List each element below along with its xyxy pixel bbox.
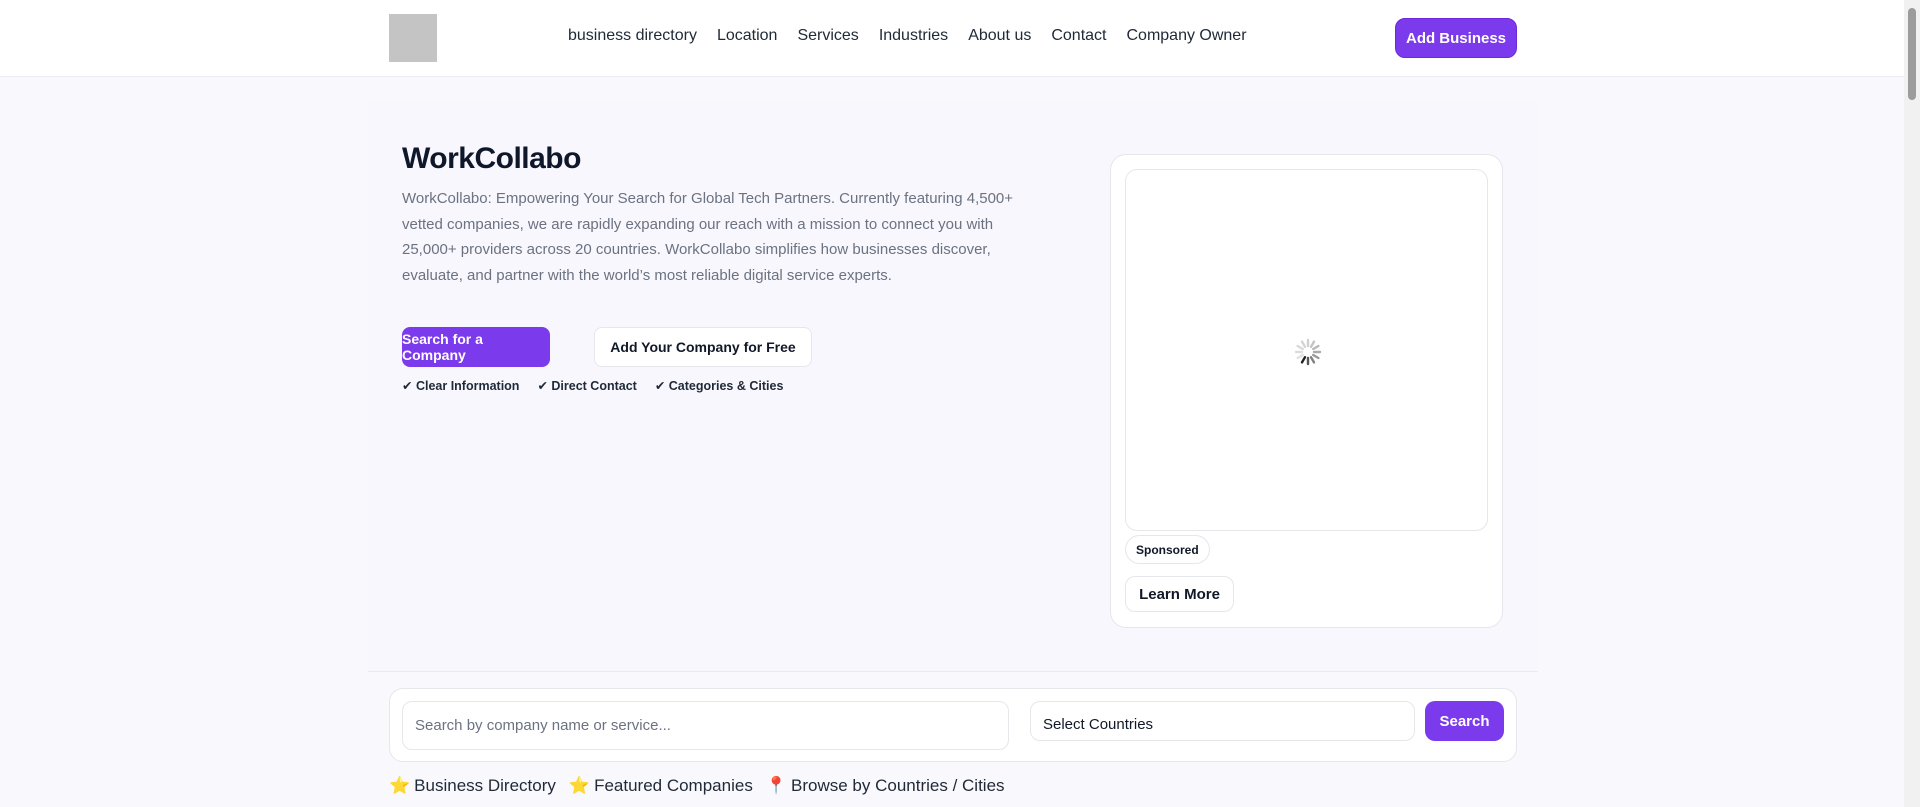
hero-description: WorkCollabo: Empowering Your Search for … [402,190,1014,284]
feature-categories-cities: ✔ Categories & Cities [654,379,784,393]
logo[interactable] [389,14,437,62]
page-title: WorkCollabo [402,142,581,175]
search-company-button[interactable]: Search for a Company [402,327,550,367]
quick-links: ⭐ Business Directory ⭐ Featured Companies … [389,776,1018,796]
nav-item-industries[interactable]: Industries [879,27,948,45]
nav-item-contact[interactable]: Contact [1051,27,1106,45]
link-browse-countries-cities[interactable]: 📍 Browse by Countries / Cities [766,776,1005,796]
sponsored-media[interactable] [1125,169,1488,531]
link-label: Featured Companies [594,776,753,795]
nav-item-company-owner[interactable]: Company Owner [1126,27,1246,45]
search-button[interactable]: Search [1425,701,1504,741]
page-scrollbar[interactable] [1904,0,1920,807]
loading-spinner-icon [1294,338,1322,366]
feature-list: ✔ Clear Information ✔ Direct Contact ✔ C… [402,378,801,393]
pin-icon: 📍 [765,776,787,795]
search-panel: Select Countries Search [389,688,1517,762]
star-icon: ⭐ [568,776,591,795]
nav-item-about-us[interactable]: About us [968,27,1031,45]
sponsored-card: Sponsored Learn More [1110,154,1503,628]
site-header: business directory Location Services Ind… [0,0,1904,77]
add-business-button[interactable]: Add Business [1395,18,1517,58]
link-label: Business Directory [414,776,556,795]
link-label: Browse by Countries / Cities [791,776,1005,795]
link-featured-companies[interactable]: ⭐ Featured Companies [569,776,753,796]
feature-clear-information: ✔ Clear Information [402,379,520,393]
nav-item-location[interactable]: Location [717,27,778,45]
learn-more-button[interactable]: Learn More [1125,576,1234,612]
star-icon: ⭐ [389,776,411,795]
feature-direct-contact: ✔ Direct Contact [537,379,637,393]
search-input[interactable] [402,701,1009,750]
main-nav: business directory Location Services Ind… [568,27,1267,45]
sponsored-badge: Sponsored [1125,535,1210,564]
scrollbar-thumb[interactable] [1908,8,1916,100]
link-business-directory[interactable]: ⭐ Business Directory [389,776,556,796]
nav-item-business-directory[interactable]: business directory [568,27,697,45]
country-select[interactable]: Select Countries [1030,701,1415,741]
add-company-free-button[interactable]: Add Your Company for Free [594,327,812,367]
nav-item-services[interactable]: Services [797,27,858,45]
